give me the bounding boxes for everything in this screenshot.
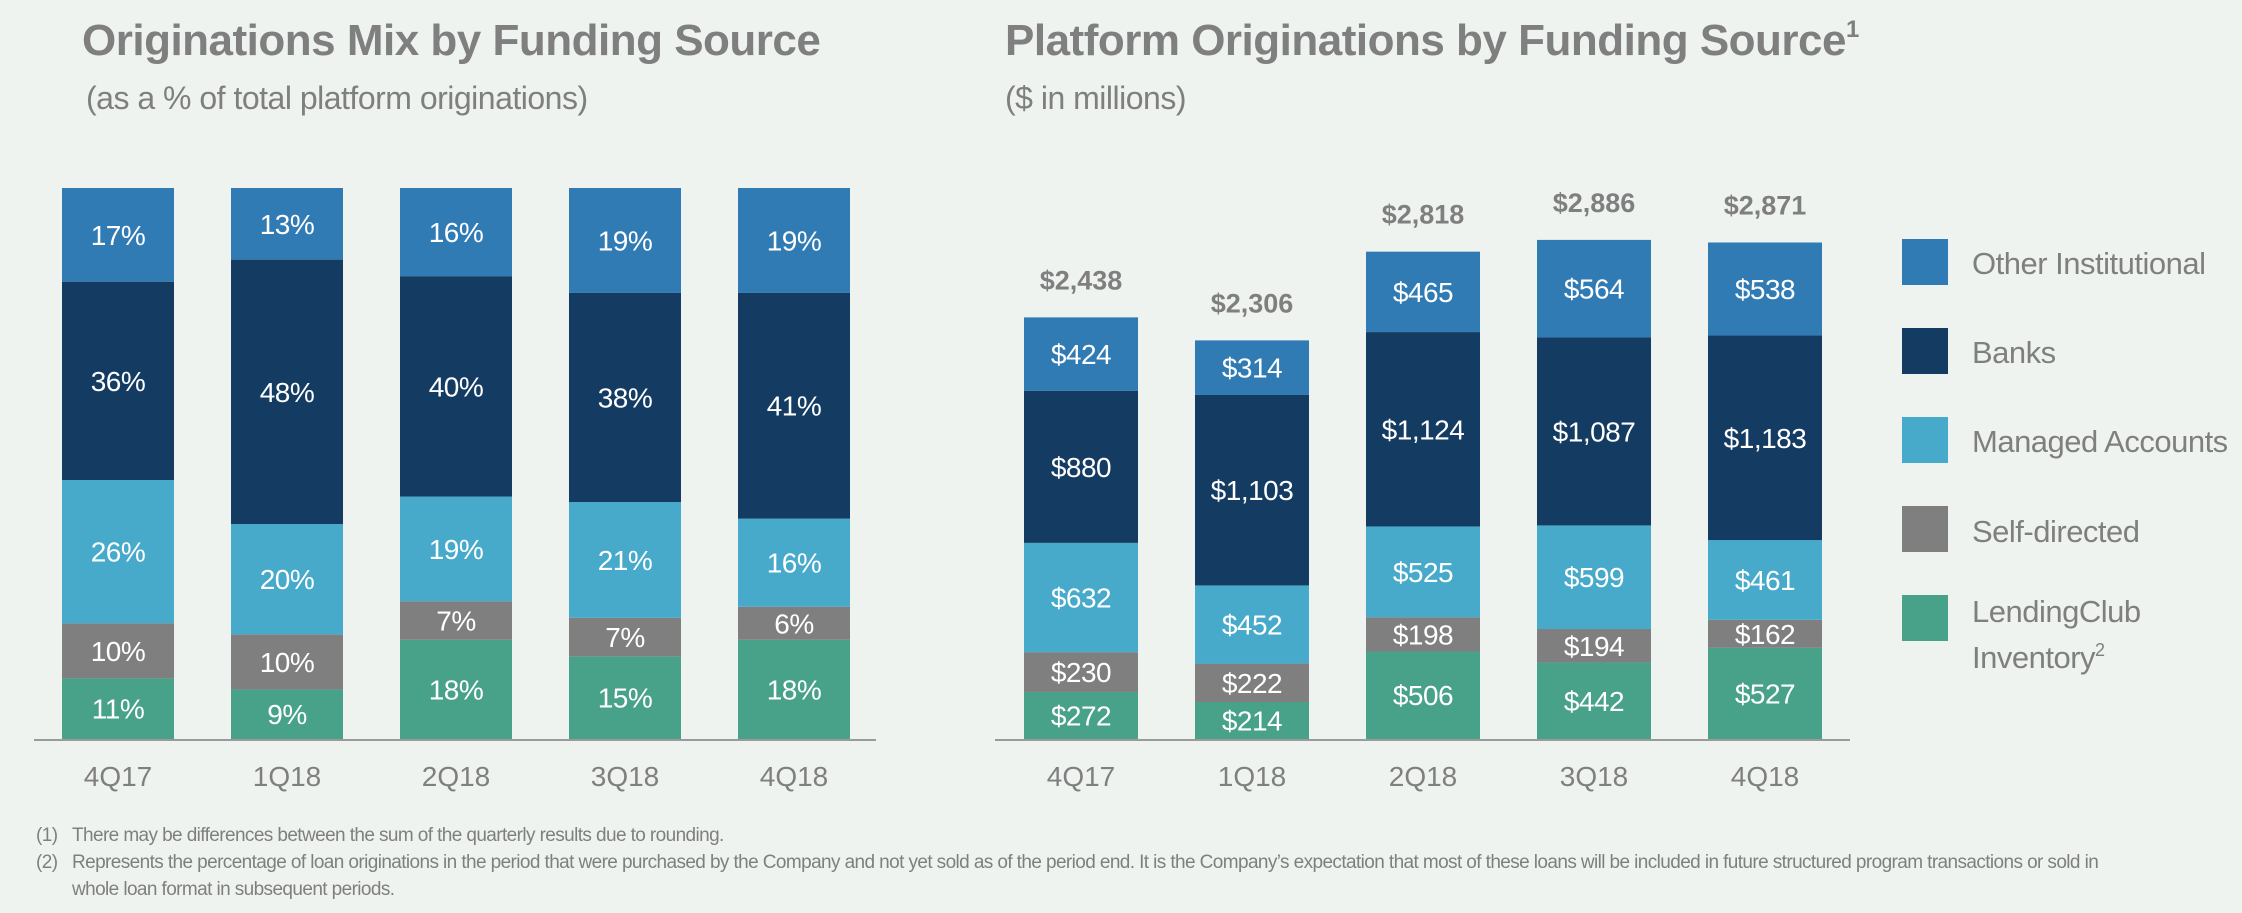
data-label-managed-accounts-4q17: $632 bbox=[1051, 583, 1111, 614]
x-tick-label-3q18: 3Q18 bbox=[1560, 761, 1629, 792]
data-label-other-institutional-1q18: 13% bbox=[260, 209, 315, 240]
total-label-4q17: $2,438 bbox=[1040, 265, 1123, 295]
legend-label-managed-accounts: Managed Accounts bbox=[1972, 424, 2228, 459]
data-label-lendingclub-inventory-4q18: $527 bbox=[1735, 678, 1795, 709]
data-label-self-directed-1q18: $222 bbox=[1222, 668, 1282, 699]
legend-label-banks: Banks bbox=[1972, 335, 2056, 370]
legend-swatch-lendingclub-inventory bbox=[1902, 595, 1948, 641]
bar-stack-2q18: $506 $198 $525 $1,124 $465 $2,818 bbox=[1366, 200, 1480, 739]
legend-swatch-other-institutional bbox=[1902, 239, 1948, 285]
bar-stack-3q18: 15% 7% 21% 38% 19% bbox=[569, 188, 681, 739]
bar-stack-1q18: $214 $222 $452 $1,103 $314 $2,306 bbox=[1195, 288, 1309, 739]
data-label-other-institutional-1q18: $314 bbox=[1222, 353, 1282, 384]
legend-label-line2: Inventory bbox=[1972, 640, 2096, 675]
x-tick-label-1q18: 1Q18 bbox=[1218, 761, 1287, 792]
legend-swatch-self-directed bbox=[1902, 506, 1948, 552]
data-label-lendingclub-inventory-4q18: 18% bbox=[767, 674, 822, 705]
data-label-other-institutional-2q18: $465 bbox=[1393, 277, 1453, 308]
data-label-banks-1q18: 48% bbox=[260, 377, 315, 408]
legend-swatch-managed-accounts bbox=[1902, 417, 1948, 463]
x-tick-label-4q17: 4Q17 bbox=[84, 761, 153, 792]
data-label-managed-accounts-2q18: $525 bbox=[1393, 557, 1453, 588]
data-label-lendingclub-inventory-1q18: $214 bbox=[1222, 705, 1282, 736]
right-chart-dollar-originations: $272 $230 $632 $880 $424 $2,438 4Q17 $214 $222 $4… bbox=[995, 188, 1850, 792]
data-label-self-directed-2q18: 7% bbox=[436, 606, 475, 637]
data-label-lendingclub-inventory-3q18: $442 bbox=[1564, 686, 1624, 717]
data-label-banks-3q18: 38% bbox=[598, 382, 653, 413]
data-label-self-directed-4q17: 10% bbox=[91, 636, 146, 667]
data-label-other-institutional-2q18: 16% bbox=[429, 217, 484, 248]
total-label-1q18: $2,306 bbox=[1211, 288, 1294, 318]
bar-stack-3q18: $442 $194 $599 $1,087 $564 $2,886 bbox=[1537, 188, 1651, 739]
total-label-4q18: $2,871 bbox=[1724, 190, 1807, 220]
legend-label-lendingclub-inventory: LendingClub Inventory2 bbox=[1972, 593, 2141, 677]
data-label-banks-2q18: 40% bbox=[429, 371, 484, 402]
data-label-self-directed-3q18: 7% bbox=[605, 622, 644, 653]
legend-label-line1: LendingClub bbox=[1972, 594, 2141, 629]
data-label-managed-accounts-3q18: 21% bbox=[598, 545, 653, 576]
x-tick-label-4q17: 4Q17 bbox=[1047, 761, 1116, 792]
legend-label-other-institutional: Other Institutional bbox=[1972, 246, 2206, 281]
data-label-banks-3q18: $1,087 bbox=[1553, 416, 1636, 447]
data-label-other-institutional-4q18: $538 bbox=[1735, 274, 1795, 305]
data-label-managed-accounts-4q18: 16% bbox=[767, 548, 822, 579]
data-label-self-directed-4q18: $162 bbox=[1735, 619, 1795, 650]
data-label-lendingclub-inventory-2q18: $506 bbox=[1393, 680, 1453, 711]
left-chart-percent-mix: 11% 10% 26% 36% 17% 4Q17 9% 10% 20% 48% 13% 1Q18 18%… bbox=[34, 188, 876, 792]
legend-swatch-banks bbox=[1902, 328, 1948, 374]
x-tick-label-4q18: 4Q18 bbox=[1731, 761, 1800, 792]
data-label-other-institutional-3q18: 19% bbox=[598, 225, 653, 256]
data-label-managed-accounts-2q18: 19% bbox=[429, 534, 484, 565]
footnote-1-number: (1) bbox=[36, 825, 58, 846]
footnotes: (1) There may be differences between the… bbox=[36, 822, 2112, 903]
data-label-banks-4q17: 36% bbox=[91, 366, 146, 397]
data-label-self-directed-1q18: 10% bbox=[260, 647, 315, 678]
data-label-managed-accounts-1q18: 20% bbox=[260, 564, 315, 595]
legend-label-self-directed: Self-directed bbox=[1972, 514, 2140, 549]
data-label-managed-accounts-4q18: $461 bbox=[1735, 565, 1795, 596]
data-label-self-directed-3q18: $194 bbox=[1564, 631, 1624, 662]
bar-stack-4q18: 18% 6% 16% 41% 19% bbox=[738, 188, 850, 739]
data-label-self-directed-4q18: 6% bbox=[774, 608, 813, 639]
data-label-managed-accounts-4q17: 26% bbox=[91, 537, 146, 568]
x-tick-label-2q18: 2Q18 bbox=[422, 761, 491, 792]
data-label-other-institutional-3q18: $564 bbox=[1564, 274, 1624, 305]
total-label-2q18: $2,818 bbox=[1382, 200, 1465, 230]
data-label-managed-accounts-3q18: $599 bbox=[1564, 562, 1624, 593]
data-label-managed-accounts-1q18: $452 bbox=[1222, 610, 1282, 641]
data-label-self-directed-2q18: $198 bbox=[1393, 619, 1453, 650]
footnote-2-text: Represents the percentage of loan origin… bbox=[72, 852, 2099, 900]
footnote-1: (1) There may be differences between the… bbox=[36, 822, 2112, 849]
total-label-3q18: $2,886 bbox=[1553, 188, 1636, 218]
x-tick-label-1q18: 1Q18 bbox=[253, 761, 322, 792]
data-label-banks-4q18: $1,183 bbox=[1724, 423, 1807, 454]
bar-stack-2q18: 18% 7% 19% 40% 16% bbox=[400, 188, 512, 739]
footnote-2: (2) Represents the percentage of loan or… bbox=[36, 849, 2112, 903]
bar-stack-4q17: 11% 10% 26% 36% 17% bbox=[62, 188, 174, 739]
data-label-banks-1q18: $1,103 bbox=[1211, 475, 1294, 506]
footnote-2-number: (2) bbox=[36, 852, 58, 873]
data-label-other-institutional-4q17: 17% bbox=[91, 220, 146, 251]
data-label-lendingclub-inventory-3q18: 15% bbox=[598, 683, 653, 714]
bar-stack-4q18: $527 $162 $461 $1,183 $538 $2,871 bbox=[1708, 190, 1822, 739]
data-label-lendingclub-inventory-4q17: $272 bbox=[1051, 700, 1111, 731]
data-label-other-institutional-4q18: 19% bbox=[767, 225, 822, 256]
data-label-banks-2q18: $1,124 bbox=[1382, 414, 1465, 445]
data-label-self-directed-4q17: $230 bbox=[1051, 657, 1111, 688]
data-label-lendingclub-inventory-4q17: 11% bbox=[92, 694, 144, 725]
data-label-other-institutional-4q17: $424 bbox=[1051, 339, 1111, 370]
bar-stack-4q17: $272 $230 $632 $880 $424 $2,438 bbox=[1024, 265, 1138, 739]
x-tick-label-3q18: 3Q18 bbox=[591, 761, 660, 792]
data-label-banks-4q18: 41% bbox=[767, 391, 822, 422]
legend-footnote-ref: 2 bbox=[2095, 640, 2105, 660]
x-tick-label-2q18: 2Q18 bbox=[1389, 761, 1458, 792]
bar-stack-1q18: 9% 10% 20% 48% 13% bbox=[231, 188, 343, 739]
x-tick-label-4q18: 4Q18 bbox=[760, 761, 829, 792]
data-label-lendingclub-inventory-1q18: 9% bbox=[267, 699, 306, 730]
data-label-banks-4q17: $880 bbox=[1051, 452, 1111, 483]
data-label-lendingclub-inventory-2q18: 18% bbox=[429, 674, 484, 705]
footnote-1-text: There may be differences between the sum… bbox=[72, 825, 724, 846]
